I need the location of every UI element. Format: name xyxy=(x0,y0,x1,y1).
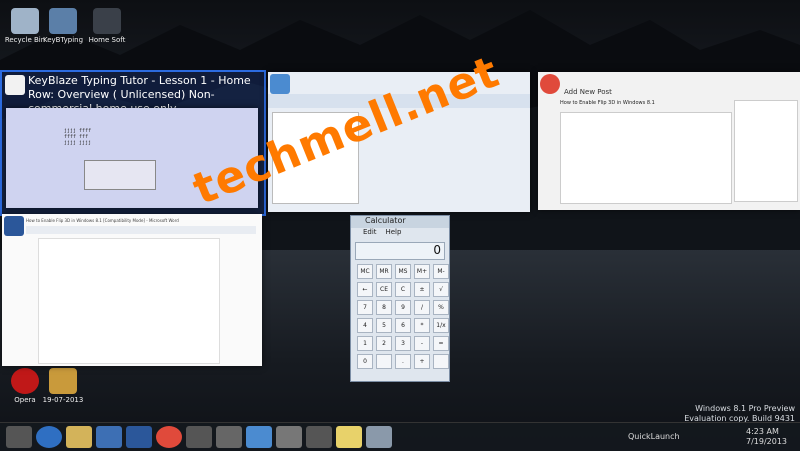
key-m-plus[interactable]: M+ xyxy=(414,264,430,279)
media-icon[interactable] xyxy=(186,426,212,448)
window-word[interactable]: How to Enable Flip 3D in Windows 8.1 [Co… xyxy=(2,214,262,366)
desktop-icon-label: Opera xyxy=(14,396,36,404)
key-plus[interactable]: + xyxy=(414,354,430,369)
window-calculator[interactable]: Calculator Edit Help 0 MC MR MS M+ M- ← … xyxy=(350,215,450,382)
word-icon xyxy=(4,216,24,236)
store-icon[interactable] xyxy=(96,426,122,448)
key-percent[interactable]: % xyxy=(433,300,449,315)
key-divide[interactable]: / xyxy=(414,300,430,315)
explorer-icon[interactable] xyxy=(66,426,92,448)
document-page xyxy=(38,238,220,364)
post-title-field: How to Enable Flip 3D in Windows 8.1 xyxy=(560,100,655,106)
window-title: Calculator xyxy=(351,216,449,228)
key-6[interactable]: 6 xyxy=(395,318,411,333)
key-multiply[interactable]: * xyxy=(414,318,430,333)
key-9[interactable]: 9 xyxy=(395,300,411,315)
ie-icon[interactable] xyxy=(36,426,62,448)
taskbar: QuickLaunch 4:23 AM 7/19/2013 xyxy=(0,422,800,451)
desktop-icon-label: KeyBTyping xyxy=(42,36,84,44)
quicklaunch-label[interactable]: QuickLaunch xyxy=(628,432,680,441)
desktop-icon-folder[interactable]: 19-07-2013 xyxy=(38,368,88,404)
key-blank xyxy=(433,354,449,369)
paint-taskbar-icon[interactable] xyxy=(246,426,272,448)
key-mc[interactable]: MC xyxy=(357,264,373,279)
word-taskbar-icon[interactable] xyxy=(126,426,152,448)
window-chrome[interactable]: Add New Post How to Enable Flip 3D in Wi… xyxy=(538,72,800,210)
typing-sample: jjjj ffff ffff fff jjjj jjjj xyxy=(64,128,92,146)
settings-icon[interactable] xyxy=(216,426,242,448)
key-blank xyxy=(376,354,392,369)
keyboard-graphic xyxy=(84,160,156,190)
paint-icon xyxy=(270,74,290,94)
menu-edit[interactable]: Edit xyxy=(363,228,377,236)
key-3[interactable]: 3 xyxy=(395,336,411,351)
folder-icon xyxy=(93,8,121,34)
key-backspace[interactable]: ← xyxy=(357,282,373,297)
ribbon xyxy=(26,226,256,234)
keyblaze-icon xyxy=(5,75,25,95)
key-minus[interactable]: - xyxy=(414,336,430,351)
key-decimal[interactable]: . xyxy=(395,354,411,369)
chrome-taskbar-icon[interactable] xyxy=(156,426,182,448)
desktop-icon-keyblaze[interactable]: KeyBTyping xyxy=(38,8,88,44)
key-5[interactable]: 5 xyxy=(376,318,392,333)
key-8[interactable]: 8 xyxy=(376,300,392,315)
menu-help[interactable]: Help xyxy=(385,228,401,236)
clock-time[interactable]: 4:23 AM xyxy=(746,427,779,436)
key-m-minus[interactable]: M- xyxy=(433,264,449,279)
key-plus-minus[interactable]: ± xyxy=(414,282,430,297)
calculator-taskbar-icon[interactable] xyxy=(366,426,392,448)
folder-icon xyxy=(49,368,77,394)
key-7[interactable]: 7 xyxy=(357,300,373,315)
key-0[interactable]: 0 xyxy=(357,354,373,369)
calculator-menu: Edit Help xyxy=(351,228,449,240)
key-1[interactable]: 1 xyxy=(357,336,373,351)
post-editor-title: Add New Post xyxy=(564,88,612,96)
generic-icon[interactable] xyxy=(306,426,332,448)
desktop-icon-label: Home Soft xyxy=(88,36,126,44)
desktop-icon-label: 19-07-2013 xyxy=(42,396,84,404)
window-title: How to Enable Flip 3D in Windows 8.1 [Co… xyxy=(26,218,179,223)
keyblaze-taskbar-icon[interactable] xyxy=(336,426,362,448)
key-4[interactable]: 4 xyxy=(357,318,373,333)
edition-label: Windows 8.1 Pro Preview xyxy=(695,404,795,413)
key-reciprocal[interactable]: 1/x xyxy=(433,318,449,333)
generic-icon[interactable] xyxy=(276,426,302,448)
key-2[interactable]: 2 xyxy=(376,336,392,351)
key-equals[interactable]: = xyxy=(433,336,449,351)
key-ms[interactable]: MS xyxy=(395,264,411,279)
key-c[interactable]: C xyxy=(395,282,411,297)
clock-date[interactable]: 7/19/2013 xyxy=(746,437,787,446)
key-ce[interactable]: CE xyxy=(376,282,392,297)
desktop-icon-home-soft[interactable]: Home Soft xyxy=(82,8,132,44)
opera-icon xyxy=(11,368,39,394)
keyblaze-icon xyxy=(49,8,77,34)
calculator-keypad: MC MR MS M+ M- ← CE C ± √ 7 8 9 / % 4 5 … xyxy=(357,264,449,369)
key-mr[interactable]: MR xyxy=(376,264,392,279)
post-body xyxy=(560,112,732,204)
key-sqrt[interactable]: √ xyxy=(433,282,449,297)
recycle-bin-icon xyxy=(11,8,39,34)
start-icon[interactable] xyxy=(6,426,32,448)
calculator-display: 0 xyxy=(355,242,445,260)
publish-panel xyxy=(734,100,798,202)
chrome-icon xyxy=(540,74,560,94)
